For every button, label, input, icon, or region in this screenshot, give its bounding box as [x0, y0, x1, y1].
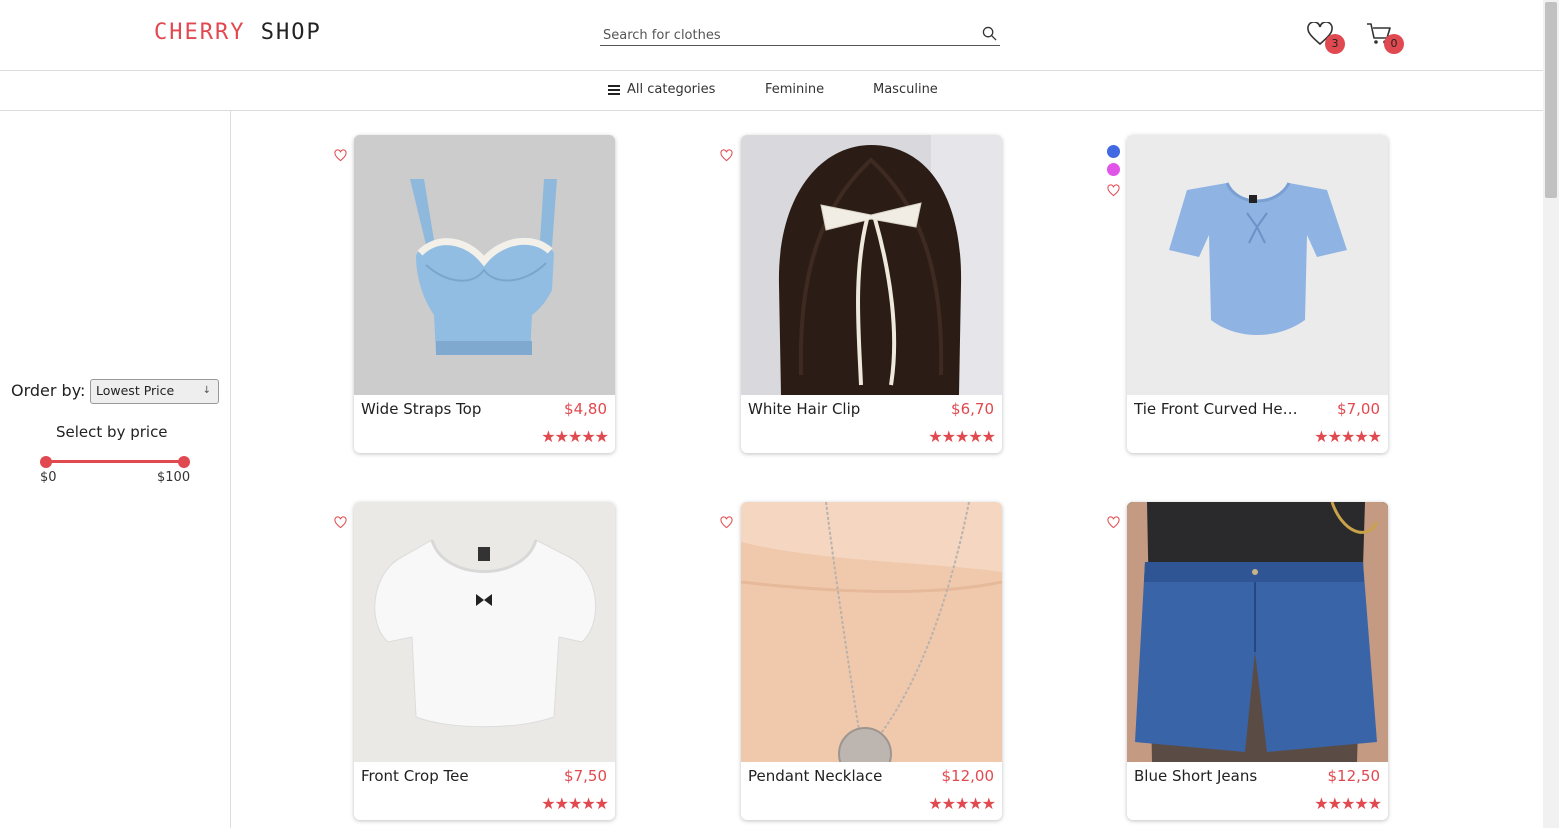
search-input[interactable]	[600, 25, 970, 46]
color-swatch-blue[interactable]	[1107, 145, 1120, 158]
logo-text-shop: SHOP	[245, 20, 322, 45]
product-card[interactable]: White Hair Clip $6,70 ★★★★★	[741, 135, 1002, 453]
category-nav: All categories Feminine Masculine	[0, 71, 1543, 111]
menu-icon	[608, 83, 620, 97]
star-rating-icon: ★★★★★	[1314, 427, 1382, 446]
price-filter-title: Select by price	[56, 423, 168, 441]
product-card[interactable]: Tie Front Curved Hem… $7,00 ★★★★★	[1127, 135, 1388, 453]
product-name[interactable]: White Hair Clip	[748, 400, 923, 418]
cart-count-badge: 0	[1384, 34, 1404, 54]
logo-text-cherry: CHERRY	[154, 20, 246, 45]
filter-sidebar: Order by: Lowest Price ↓ Select by price…	[0, 111, 231, 828]
price-slider-track[interactable]	[46, 460, 184, 463]
page: CHERRY SHOP 3 0 All categories Feminine …	[0, 0, 1559, 828]
wishlist-count-badge: 3	[1325, 34, 1345, 54]
search-icon[interactable]	[982, 26, 998, 42]
product-name[interactable]: Pendant Necklace	[748, 767, 923, 785]
product-image-white-bow-hair-clip[interactable]	[741, 135, 1002, 395]
search-bar	[600, 24, 1000, 46]
favorite-heart-icon[interactable]	[720, 514, 734, 529]
price-min-label: $0	[40, 470, 57, 485]
product-name[interactable]: Blue Short Jeans	[1134, 767, 1309, 785]
nav-masculine[interactable]: Masculine	[873, 82, 938, 97]
cart-button[interactable]: 0	[1366, 22, 1404, 54]
order-by-select[interactable]: Lowest Price ↓	[90, 379, 219, 404]
product-card[interactable]: Wide Straps Top $4,80 ★★★★★	[354, 135, 615, 453]
product-name[interactable]: Tie Front Curved Hem…	[1134, 400, 1309, 418]
favorite-heart-icon[interactable]	[334, 514, 348, 529]
product-image-denim-shorts[interactable]	[1127, 502, 1388, 762]
favorite-heart-icon[interactable]	[334, 147, 348, 162]
star-rating-icon: ★★★★★	[541, 794, 609, 813]
nav-all-categories[interactable]: All categories	[608, 82, 715, 97]
nav-label: All categories	[627, 82, 716, 97]
product-price: $12,00	[941, 767, 995, 785]
product-name[interactable]: Wide Straps Top	[361, 400, 536, 418]
product-price: $4,80	[564, 400, 607, 418]
star-rating-icon: ★★★★★	[928, 794, 996, 813]
page-scrollbar[interactable]	[1543, 0, 1559, 828]
product-price: $7,50	[564, 767, 607, 785]
order-by-value: Lowest Price	[96, 383, 175, 398]
price-max-label: $100	[157, 470, 191, 485]
nav-feminine[interactable]: Feminine	[765, 82, 824, 97]
product-card[interactable]: Front Crop Tee $7,50 ★★★★★	[354, 502, 615, 820]
product-image-blue-lace-tank-top[interactable]	[354, 135, 615, 395]
product-price: $6,70	[951, 400, 994, 418]
dropdown-arrow-icon: ↓	[202, 385, 211, 396]
product-image-white-puff-sleeve-tee[interactable]	[354, 502, 615, 762]
product-image-silver-pendant-necklace[interactable]	[741, 502, 1002, 762]
order-by-label: Order by:	[11, 381, 86, 400]
star-rating-icon: ★★★★★	[541, 427, 609, 446]
price-slider-max-handle[interactable]	[178, 456, 190, 468]
favorite-heart-icon[interactable]	[1107, 514, 1121, 529]
scrollbar-thumb[interactable]	[1545, 2, 1557, 198]
product-price: $12,50	[1327, 767, 1381, 785]
price-slider-min-handle[interactable]	[40, 456, 52, 468]
product-card[interactable]: Blue Short Jeans $12,50 ★★★★★	[1127, 502, 1388, 820]
product-card[interactable]: Pendant Necklace $12,00 ★★★★★	[741, 502, 1002, 820]
favorite-heart-icon[interactable]	[1107, 182, 1121, 197]
product-name[interactable]: Front Crop Tee	[361, 767, 536, 785]
product-image-blue-knit-crop-top[interactable]	[1127, 135, 1388, 395]
color-swatch-pink[interactable]	[1107, 163, 1120, 176]
star-rating-icon: ★★★★★	[1314, 794, 1382, 813]
favorite-heart-icon[interactable]	[720, 147, 734, 162]
logo[interactable]: CHERRY SHOP	[154, 20, 322, 45]
product-price: $7,00	[1337, 400, 1380, 418]
wishlist-button[interactable]: 3	[1307, 21, 1345, 54]
header: CHERRY SHOP 3 0	[0, 0, 1543, 71]
star-rating-icon: ★★★★★	[928, 427, 996, 446]
